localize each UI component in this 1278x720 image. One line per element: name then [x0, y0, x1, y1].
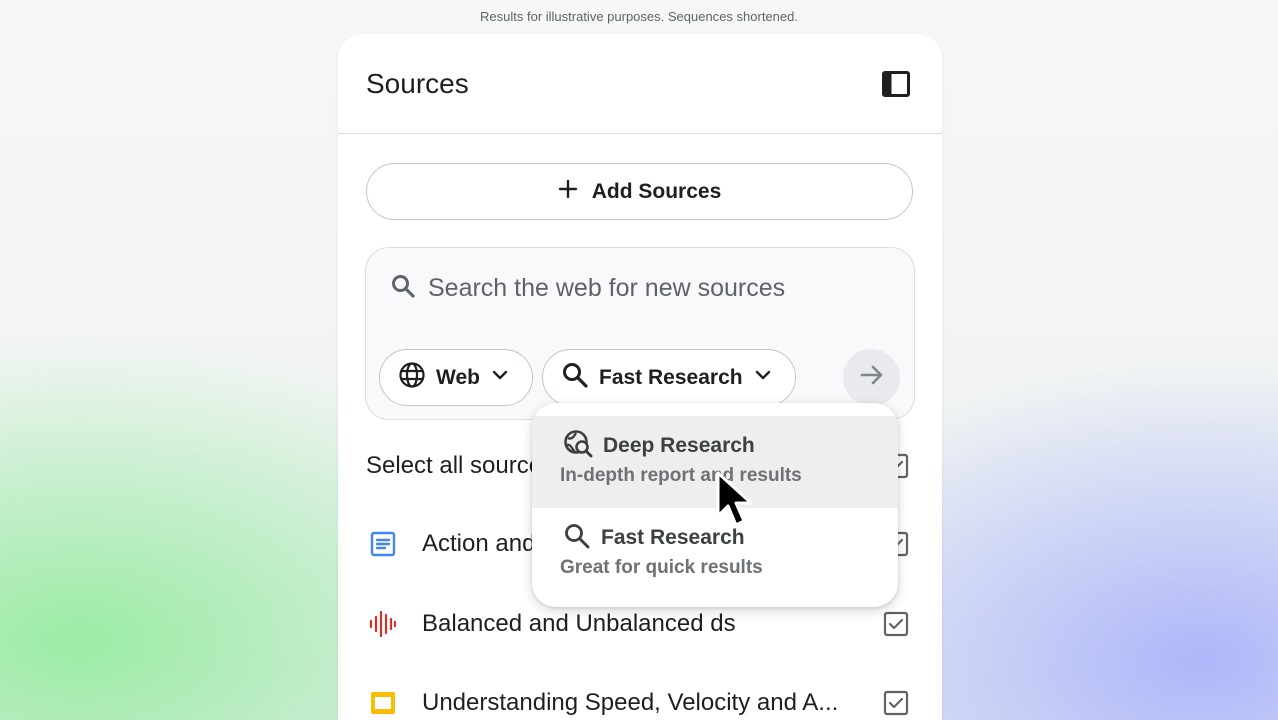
sidebar-toggle-icon[interactable] — [880, 68, 912, 100]
add-sources-label: Add Sources — [591, 179, 722, 203]
research-mode-dropdown[interactable]: Fast Research — [542, 349, 796, 406]
sources-panel: Sources Add Sources Search the web for n… — [338, 34, 942, 720]
search-icon — [561, 361, 589, 395]
globe-search-icon — [563, 429, 593, 464]
add-sources-button[interactable]: Add Sources — [366, 163, 913, 220]
document-icon — [366, 527, 400, 561]
web-search-box: Search the web for new sources Web Fast … — [365, 247, 915, 420]
menu-item-title: Deep Research — [603, 434, 755, 457]
panel-title: Sources — [366, 67, 469, 99]
mouse-cursor-icon — [714, 470, 758, 535]
chevron-down-icon — [753, 365, 773, 391]
slides-icon — [366, 686, 400, 720]
research-mode-label: Fast Research — [599, 365, 743, 389]
source-title: Balanced and Unbalanced ds — [422, 610, 736, 637]
disclaimer-text: Results for illustrative purposes. Seque… — [480, 9, 798, 24]
source-list-item[interactable]: Balanced and Unbalanced ds — [366, 600, 913, 648]
submit-search-button[interactable] — [843, 349, 900, 406]
source-title: Understanding Speed, Velocity and A... — [422, 689, 839, 716]
globe-icon — [398, 361, 426, 395]
source-checkbox[interactable] — [883, 611, 909, 637]
plus-icon — [558, 179, 578, 205]
search-icon — [563, 522, 591, 555]
search-icon — [390, 273, 416, 304]
menu-item-description: Great for quick results — [560, 557, 763, 578]
source-type-dropdown[interactable]: Web — [379, 349, 533, 406]
chevron-down-icon — [490, 365, 510, 391]
panel-header: Sources — [338, 34, 942, 134]
select-all-label: Select all sources — [366, 452, 555, 479]
source-type-label: Web — [436, 365, 480, 389]
search-placeholder: Search the web for new sources — [428, 274, 786, 302]
audio-icon — [366, 607, 400, 641]
source-checkbox[interactable] — [883, 690, 909, 716]
arrow-right-icon — [859, 362, 885, 393]
source-list-item[interactable]: Understanding Speed, Velocity and A... — [366, 679, 913, 720]
search-input[interactable]: Search the web for new sources — [390, 273, 785, 304]
